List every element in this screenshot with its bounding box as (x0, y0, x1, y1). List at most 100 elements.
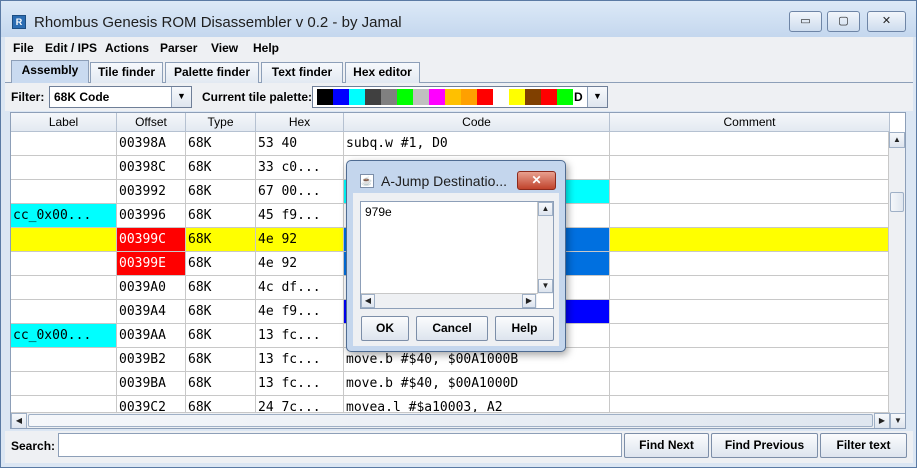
column-header-code[interactable]: Code (344, 113, 610, 132)
scroll-up-icon[interactable]: ▲ (889, 132, 905, 148)
scroll-down-icon[interactable]: ▼ (890, 413, 905, 428)
cell-hex[interactable]: 4c df... (256, 276, 344, 300)
menu-view[interactable]: View (211, 41, 238, 55)
close-button[interactable]: ✕ (867, 11, 906, 32)
cell-comment[interactable] (610, 180, 890, 204)
minimize-button[interactable]: ▭ (789, 11, 822, 32)
horizontal-scrollbar[interactable]: ◀ ▶ (11, 412, 890, 428)
cell-type[interactable]: 68K (186, 324, 256, 348)
cancel-button[interactable]: Cancel (416, 316, 488, 341)
column-header-offset[interactable]: Offset (117, 113, 186, 132)
tab-assembly[interactable]: Assembly (11, 60, 89, 84)
cell-label[interactable] (11, 348, 117, 372)
cell-offset[interactable]: 0039A0 (117, 276, 186, 300)
column-header-label[interactable]: Label (11, 113, 117, 132)
cell-comment[interactable] (610, 252, 890, 276)
cell-label[interactable] (11, 276, 117, 300)
cell-offset[interactable]: 003996 (117, 204, 186, 228)
cell-comment[interactable] (610, 324, 890, 348)
cell-code[interactable]: subq.w #1, D0 (344, 132, 610, 156)
column-header-hex[interactable]: Hex (256, 113, 344, 132)
tab-palette-finder[interactable]: Palette finder (165, 62, 259, 83)
cell-hex[interactable]: 45 f9... (256, 204, 344, 228)
cell-type[interactable]: 68K (186, 228, 256, 252)
find-previous-button[interactable]: Find Previous (711, 433, 818, 458)
scroll-up-icon[interactable]: ▲ (538, 202, 553, 216)
cell-label[interactable] (11, 132, 117, 156)
cell-hex[interactable]: 53 40 (256, 132, 344, 156)
menu-parser[interactable]: Parser (160, 41, 197, 55)
cell-comment[interactable] (610, 204, 890, 228)
textarea-vscrollbar[interactable]: ▲ ▼ (537, 202, 553, 294)
cell-hex[interactable]: 4e 92 (256, 252, 344, 276)
cell-hex[interactable]: 13 fc... (256, 372, 344, 396)
cell-label[interactable]: cc_0x00... (11, 324, 117, 348)
cell-hex[interactable]: 4e 92 (256, 228, 344, 252)
cell-type[interactable]: 68K (186, 204, 256, 228)
cell-comment[interactable] (610, 276, 890, 300)
cell-label[interactable] (11, 180, 117, 204)
title-bar[interactable]: R Rhombus Genesis ROM Disassembler v 0.2… (1, 1, 916, 37)
help-button[interactable]: Help (495, 316, 554, 341)
cell-type[interactable]: 68K (186, 348, 256, 372)
cell-type[interactable]: 68K (186, 132, 256, 156)
palette-select[interactable]: D ▼ (312, 86, 608, 108)
scroll-down-icon[interactable]: ▼ (538, 279, 553, 293)
filter-text-button[interactable]: Filter text (820, 433, 907, 458)
cell-offset[interactable]: 0039A4 (117, 300, 186, 324)
scroll-left-icon[interactable]: ◀ (11, 413, 27, 428)
cell-label[interactable] (11, 372, 117, 396)
search-input[interactable] (58, 433, 622, 457)
cell-offset[interactable]: 0039B2 (117, 348, 186, 372)
cell-label[interactable]: cc_0x00... (11, 204, 117, 228)
cell-offset[interactable]: 00399E (117, 252, 186, 276)
maximize-button[interactable]: ▢ (827, 11, 860, 32)
cell-type[interactable]: 68K (186, 252, 256, 276)
cell-code[interactable]: move.b #$40, $00A1000D (344, 372, 610, 396)
tab-tile-finder[interactable]: Tile finder (90, 62, 163, 83)
destination-textarea[interactable]: 979e ▲ ▼ ◀ ▶ (360, 201, 554, 309)
cell-label[interactable] (11, 156, 117, 180)
cell-hex[interactable]: 4e f9... (256, 300, 344, 324)
menu-file[interactable]: File (13, 41, 34, 55)
scroll-left-icon[interactable]: ◀ (361, 294, 375, 308)
textarea-hscrollbar[interactable]: ◀ ▶ (361, 293, 537, 308)
cell-hex[interactable]: 67 00... (256, 180, 344, 204)
cell-comment[interactable] (610, 228, 890, 252)
cell-type[interactable]: 68K (186, 156, 256, 180)
menu-actions[interactable]: Actions (105, 41, 149, 55)
cell-offset[interactable]: 00398A (117, 132, 186, 156)
cell-label[interactable] (11, 252, 117, 276)
ok-button[interactable]: OK (361, 316, 409, 341)
cell-hex[interactable]: 13 fc... (256, 348, 344, 372)
cell-comment[interactable] (610, 132, 890, 156)
tab-text-finder[interactable]: Text finder (261, 62, 343, 83)
cell-type[interactable]: 68K (186, 276, 256, 300)
cell-offset[interactable]: 0039AA (117, 324, 186, 348)
scroll-thumb-horizontal[interactable] (28, 414, 873, 427)
cell-hex[interactable]: 13 fc... (256, 324, 344, 348)
cell-label[interactable] (11, 228, 117, 252)
dialog-close-button[interactable]: ✕ (517, 171, 556, 190)
cell-offset[interactable]: 00399C (117, 228, 186, 252)
cell-type[interactable]: 68K (186, 372, 256, 396)
menu-help[interactable]: Help (253, 41, 279, 55)
vertical-scrollbar[interactable]: ▲ (888, 132, 905, 413)
scroll-right-icon[interactable]: ▶ (522, 294, 536, 308)
tab-hex-editor[interactable]: Hex editor (345, 62, 420, 83)
cell-hex[interactable]: 33 c0... (256, 156, 344, 180)
cell-comment[interactable] (610, 348, 890, 372)
cell-comment[interactable] (610, 372, 890, 396)
cell-comment[interactable] (610, 300, 890, 324)
cell-offset[interactable]: 003992 (117, 180, 186, 204)
cell-type[interactable]: 68K (186, 180, 256, 204)
chevron-down-icon[interactable]: ▼ (587, 87, 607, 107)
menu-edit-ips[interactable]: Edit / IPS (45, 41, 97, 55)
cell-comment[interactable] (610, 156, 890, 180)
cell-type[interactable]: 68K (186, 300, 256, 324)
cell-label[interactable] (11, 300, 117, 324)
column-header-type[interactable]: Type (186, 113, 256, 132)
scroll-right-icon[interactable]: ▶ (874, 413, 890, 428)
cell-offset[interactable]: 0039BA (117, 372, 186, 396)
filter-select[interactable]: 68K Code ▼ (49, 86, 192, 108)
